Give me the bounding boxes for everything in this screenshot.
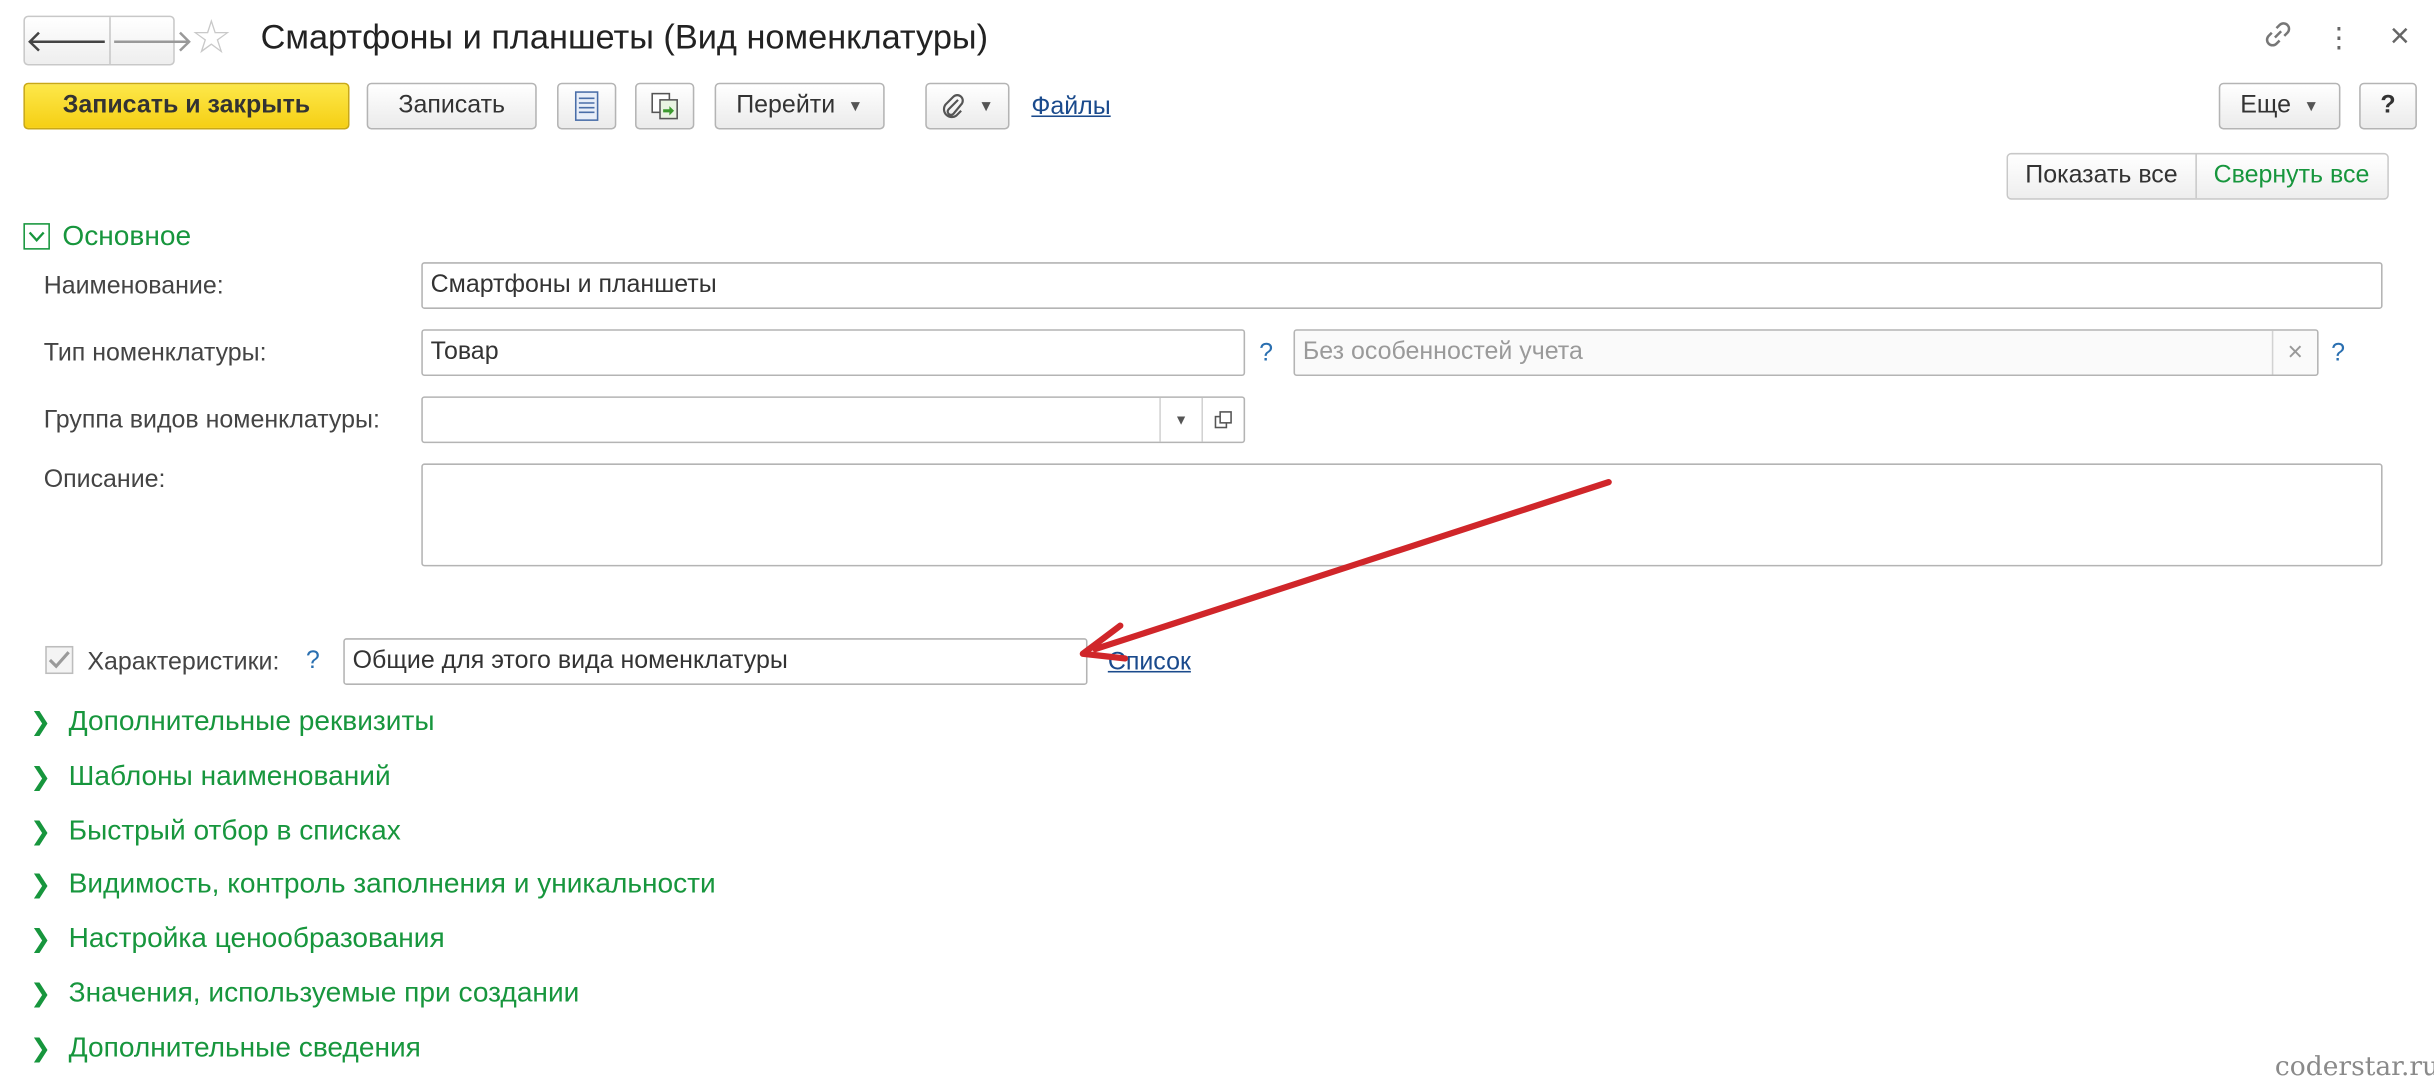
- window-title: Смартфоны и планшеты (Вид номенклатуры): [260, 17, 989, 57]
- paperclip-icon: [942, 94, 964, 119]
- create-based-on-button[interactable]: [635, 82, 695, 130]
- save-and-close-button[interactable]: Записать и закрыть: [23, 82, 350, 130]
- name-input[interactable]: Смартфоны и планшеты: [421, 262, 2383, 309]
- checkmark-icon: [48, 651, 70, 669]
- favorite-star-icon[interactable]: ☆: [190, 13, 232, 64]
- group-visibility-control[interactable]: ❯ Видимость, контроль заполнения и уникал…: [28, 868, 716, 901]
- save-button[interactable]: Записать: [366, 82, 537, 130]
- group-title: Быстрый отбор в списках: [68, 814, 401, 846]
- more-dropdown-button[interactable]: Еще ▼: [2218, 82, 2341, 130]
- close-icon[interactable]: ×: [2381, 16, 2418, 54]
- expand-collapse-controls: Показать все Свернуть все: [2006, 152, 2389, 200]
- characteristics-help-icon[interactable]: ?: [306, 648, 320, 676]
- chevron-right-icon: ❯: [30, 709, 52, 736]
- accounting-placeholder: Без особенностей учета: [1302, 338, 1583, 366]
- list-icon: [574, 91, 599, 121]
- type-label: Тип номенклатуры:: [43, 340, 267, 367]
- type-help-icon[interactable]: ?: [1259, 340, 1273, 368]
- link-icon[interactable]: [2259, 19, 2296, 60]
- goto-label: Перейти: [736, 92, 836, 119]
- accounting-help-icon[interactable]: ?: [2331, 340, 2345, 368]
- forward-button[interactable]: 🡒: [108, 17, 194, 64]
- files-link[interactable]: Файлы: [1031, 94, 1110, 122]
- clear-icon[interactable]: ×: [2271, 330, 2317, 375]
- caret-down-icon: ▼: [2303, 97, 2319, 115]
- collapse-toggle-icon: [23, 223, 50, 250]
- open-form-icon[interactable]: [1201, 397, 1243, 442]
- show-all-button[interactable]: Показать все: [2008, 154, 2195, 199]
- arrow-left-icon: 🡐: [24, 24, 109, 59]
- attachment-button[interactable]: ▼: [925, 82, 1010, 130]
- group-pricing-settings[interactable]: ❯ Настройка ценообразования: [28, 922, 445, 955]
- chevron-right-icon: ❯: [30, 871, 52, 898]
- description-label: Описание:: [43, 466, 166, 494]
- characteristics-input[interactable]: Общие для этого вида номенклатуры: [343, 638, 1088, 685]
- kind-group-input[interactable]: ▼: [421, 396, 1246, 444]
- caret-down-icon: ▼: [847, 97, 864, 115]
- more-menu-icon[interactable]: ⋮: [2320, 19, 2357, 56]
- characteristics-checkbox[interactable]: [45, 645, 74, 675]
- group-title: Дополнительные реквизиты: [68, 705, 435, 737]
- chain-link-icon: [2265, 22, 2291, 47]
- group-main-header[interactable]: Основное: [23, 220, 191, 253]
- group-quick-filter[interactable]: ❯ Быстрый отбор в списках: [28, 814, 401, 847]
- group-title: Видимость, контроль заполнения и уникаль…: [68, 867, 716, 899]
- name-label: Наименование:: [43, 273, 224, 300]
- accounting-feature-input[interactable]: Без особенностей учета ×: [1293, 329, 2319, 377]
- chevron-right-icon: ❯: [30, 818, 52, 845]
- more-label: Еще: [2240, 92, 2292, 119]
- group-additional-info[interactable]: ❯ Дополнительные сведения: [28, 1031, 421, 1064]
- chevron-right-icon: ❯: [30, 926, 52, 953]
- copy-document-icon: [651, 92, 678, 120]
- group-default-values[interactable]: ❯ Значения, используемые при создании: [28, 977, 579, 1010]
- chevron-right-icon: ❯: [30, 1035, 52, 1062]
- document-list-button[interactable]: [557, 82, 617, 130]
- group-title: Шаблоны наименований: [68, 759, 391, 792]
- annotation-arrow-icon: [1079, 479, 1612, 662]
- group-title: Значения, используемые при создании: [68, 976, 580, 1008]
- back-button[interactable]: 🡐: [25, 17, 109, 64]
- arrow-right-icon: 🡒: [110, 24, 194, 59]
- group-title: Дополнительные сведения: [68, 1031, 421, 1063]
- group-title: Настройка ценообразования: [68, 922, 445, 954]
- chevron-right-icon: ❯: [30, 980, 52, 1008]
- goto-dropdown-button[interactable]: Перейти ▼: [714, 82, 885, 130]
- caret-down-icon: ▼: [978, 97, 994, 115]
- help-button[interactable]: ?: [2359, 82, 2417, 130]
- characteristics-label: Характеристики:: [87, 649, 280, 676]
- collapse-all-button[interactable]: Свернуть все: [2194, 154, 2387, 199]
- dropdown-caret-icon[interactable]: ▼: [1159, 397, 1201, 442]
- group-name-templates[interactable]: ❯ Шаблоны наименований: [28, 760, 391, 793]
- kind-group-label: Группа видов номенклатуры:: [43, 407, 380, 434]
- navigation-buttons: 🡐 🡒: [23, 15, 194, 66]
- watermark-text: coderstar.ru: [2274, 1051, 2434, 1083]
- group-additional-attributes[interactable]: ❯ Дополнительные реквизиты: [28, 705, 434, 738]
- group-main-title: Основное: [62, 220, 192, 252]
- chevron-right-icon: ❯: [30, 763, 52, 791]
- type-input[interactable]: Товар: [421, 329, 1246, 377]
